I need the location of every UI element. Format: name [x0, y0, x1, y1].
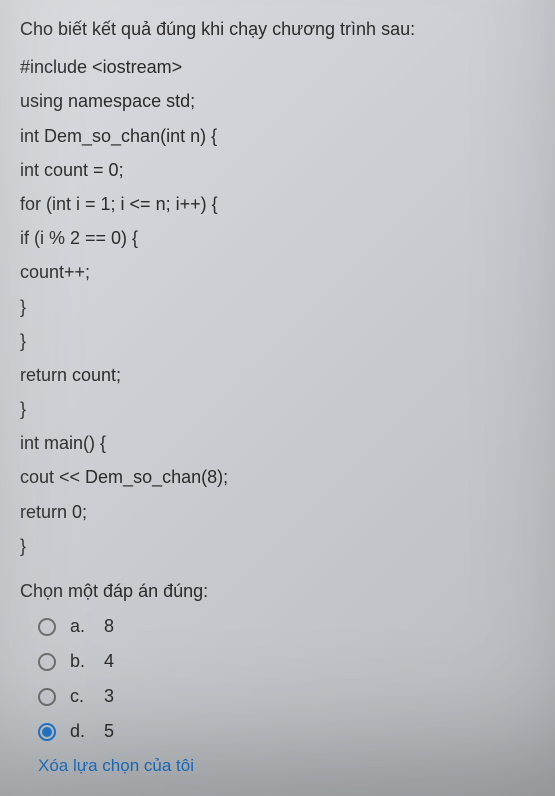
option-text: 5 [104, 721, 114, 742]
code-line: int count = 0; [20, 153, 535, 187]
code-line: } [20, 290, 535, 324]
code-line: count++; [20, 255, 535, 289]
option-text: 3 [104, 686, 114, 707]
code-line: } [20, 392, 535, 426]
code-line: return count; [20, 358, 535, 392]
option-letter: c. [70, 686, 90, 707]
option-letter: d. [70, 721, 90, 742]
answer-prompt: Chọn một đáp án đúng: [20, 581, 535, 602]
radio-button[interactable] [38, 688, 56, 706]
radio-button[interactable] [38, 723, 56, 741]
clear-selection-link[interactable]: Xóa lựa chọn của tôi [20, 756, 535, 776]
code-line: return 0; [20, 495, 535, 529]
code-line: using namespace std; [20, 84, 535, 118]
code-line: #include <iostream> [20, 50, 535, 84]
option-text: 4 [104, 651, 114, 672]
code-line: for (int i = 1; i <= n; i++) { [20, 187, 535, 221]
radio-button[interactable] [38, 653, 56, 671]
code-line: cout << Dem_so_chan(8); [20, 460, 535, 494]
option-row-d[interactable]: d. 5 [38, 721, 535, 742]
option-row-a[interactable]: a. 8 [38, 616, 535, 637]
options-list: a. 8 b. 4 c. 3 d. 5 [20, 616, 535, 742]
radio-button[interactable] [38, 618, 56, 636]
option-letter: b. [70, 651, 90, 672]
option-row-b[interactable]: b. 4 [38, 651, 535, 672]
code-line: } [20, 324, 535, 358]
option-letter: a. [70, 616, 90, 637]
option-text: 8 [104, 616, 114, 637]
code-line: } [20, 529, 535, 563]
question-text: Cho biết kết quả đúng khi chạy chương tr… [20, 12, 535, 46]
option-row-c[interactable]: c. 3 [38, 686, 535, 707]
code-line: int Dem_so_chan(int n) { [20, 119, 535, 153]
code-line: if (i % 2 == 0) { [20, 221, 535, 255]
code-line: int main() { [20, 426, 535, 460]
code-block: #include <iostream>using namespace std;i… [20, 50, 535, 563]
